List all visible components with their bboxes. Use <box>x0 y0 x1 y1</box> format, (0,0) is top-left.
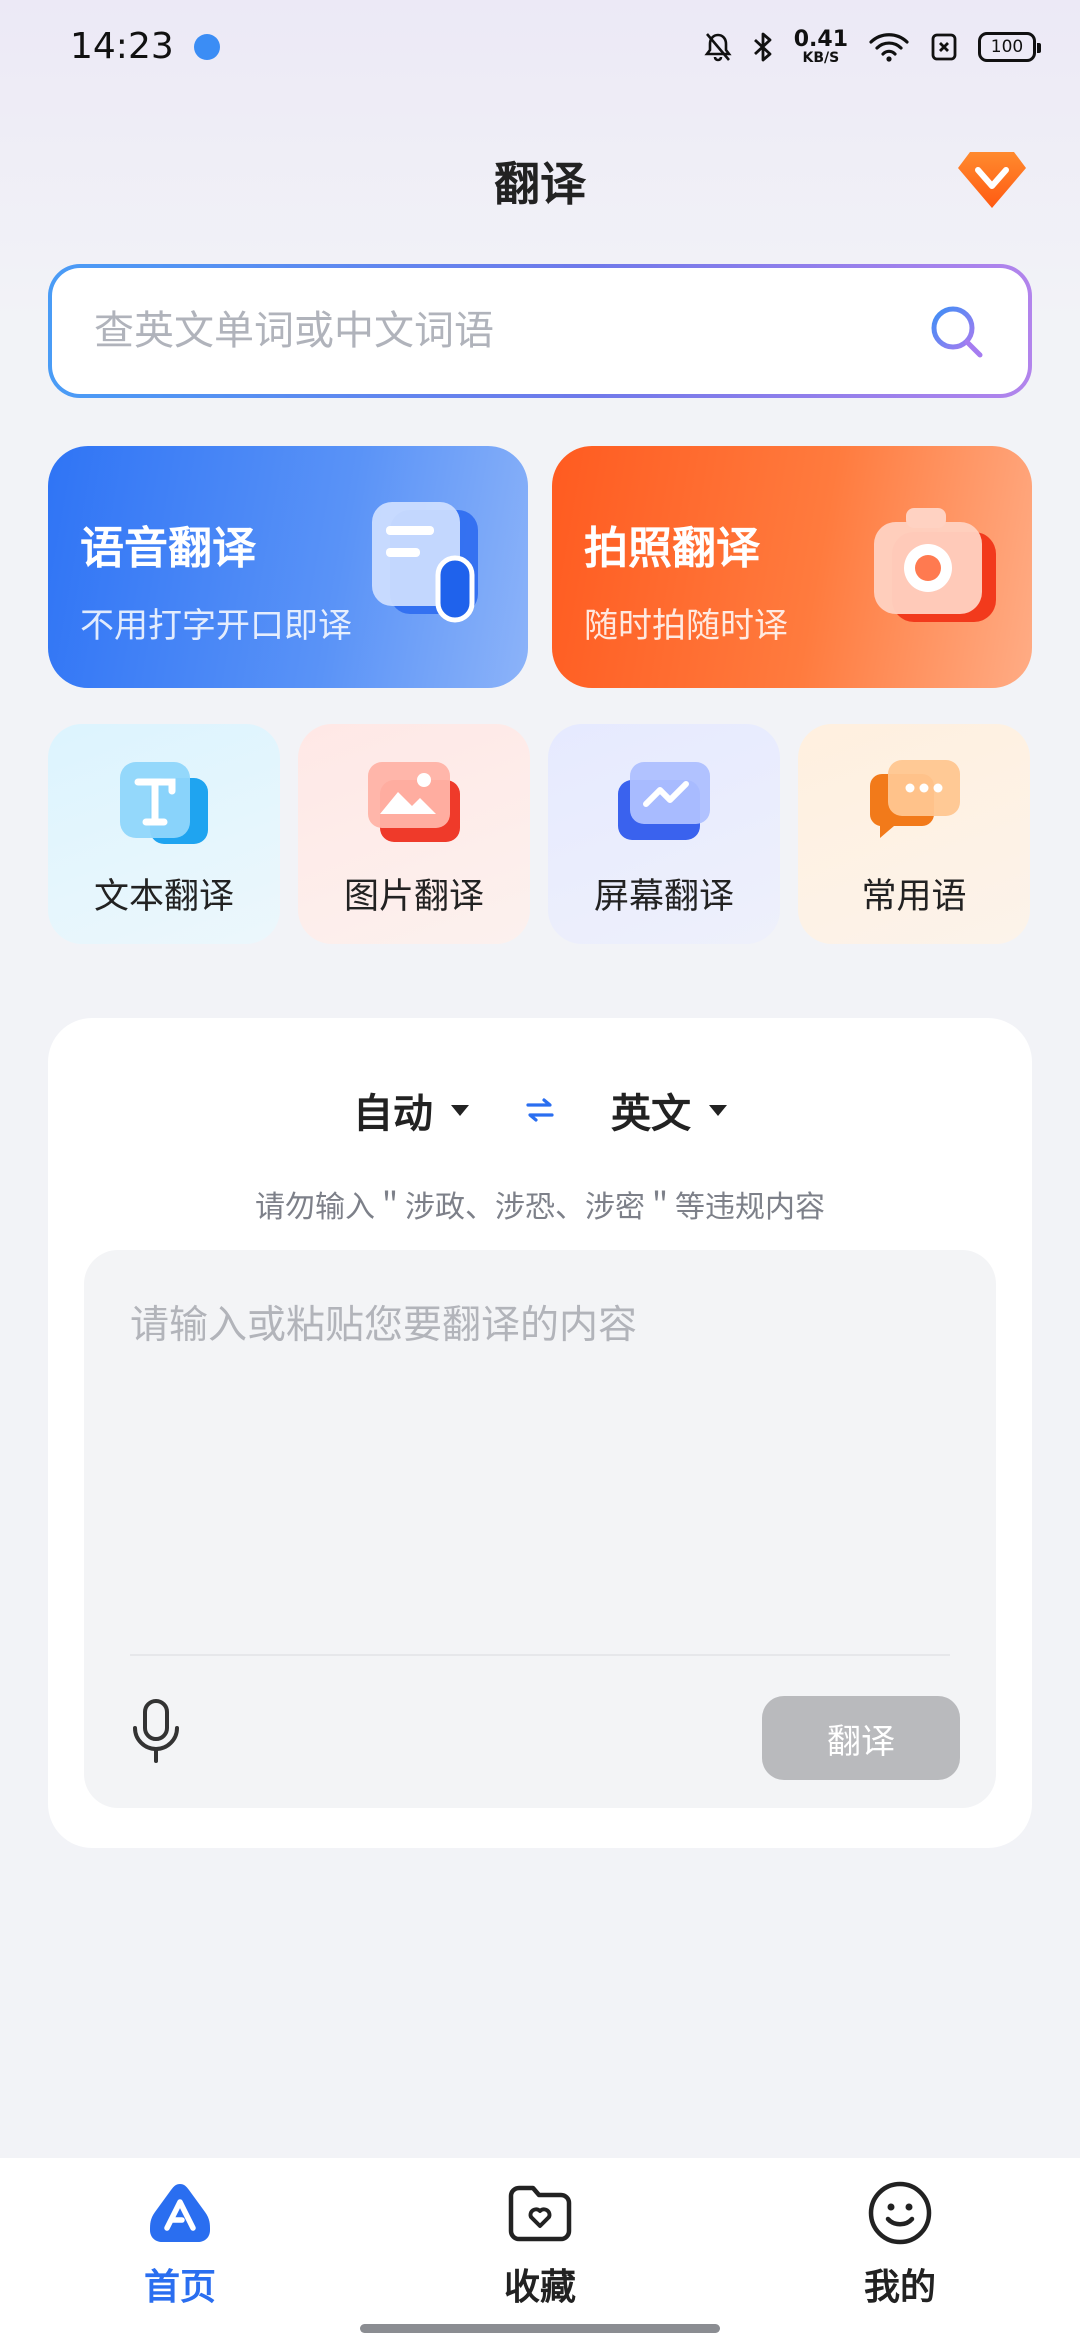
screen-icon <box>616 756 712 846</box>
language-selector-row: 自动 英文 <box>48 1078 1032 1142</box>
divider <box>130 1654 950 1656</box>
battery-indicator: 100 <box>978 32 1041 62</box>
photo-translate-card[interactable]: 拍照翻译 随时拍随时译 <box>552 446 1032 688</box>
swap-arrows-icon[interactable] <box>525 1097 555 1123</box>
common-phrases-label: 常用语 <box>861 877 967 917</box>
microphone-icon[interactable] <box>130 1698 182 1764</box>
common-phrases-card[interactable]: 常用语 <box>798 724 1030 944</box>
voice-document-icon <box>366 502 496 632</box>
content-notice: 请勿输入＂涉政、涉恐、涉密＂等违规内容 <box>255 1190 825 1225</box>
translate-input[interactable] <box>130 1294 950 1624</box>
status-bar: 14:23 0.41 KB/S 100 <box>0 0 1080 96</box>
network-speed-unit: KB/S <box>802 50 840 66</box>
text-translate-label: 文本翻译 <box>93 877 234 917</box>
nav-item-profile[interactable]: 我的 <box>800 2178 1000 2310</box>
folder-heart-icon <box>508 2185 572 2242</box>
translate-button[interactable]: 翻译 <box>762 1696 960 1780</box>
image-icon <box>366 756 462 846</box>
target-language-label: 英文 <box>611 1091 691 1137</box>
nav-label-home: 首页 <box>143 2267 216 2308</box>
chevron-down-icon <box>709 1104 727 1116</box>
translate-input-box: 翻译 <box>84 1250 996 1808</box>
status-time: 14:23 <box>70 26 174 67</box>
page-title: 翻译 <box>494 157 586 211</box>
nav-label-profile: 我的 <box>863 2267 936 2308</box>
camera-icon <box>870 502 1000 632</box>
app-notification-icon <box>194 34 220 60</box>
home-indicator[interactable] <box>360 2324 720 2333</box>
search-input[interactable] <box>94 308 926 354</box>
source-language-label: 自动 <box>353 1091 433 1137</box>
nav-label-favorites: 收藏 <box>503 2267 576 2308</box>
screen-translate-card[interactable]: 屏幕翻译 <box>548 724 780 944</box>
chat-bubble-icon <box>866 756 962 846</box>
search-bar[interactable] <box>48 264 1032 398</box>
target-language-dropdown[interactable]: 英文 <box>611 1081 727 1139</box>
nav-item-favorites[interactable]: 收藏 <box>440 2178 640 2310</box>
bluetooth-icon <box>752 31 774 63</box>
network-speed: 0.41 KB/S <box>793 27 848 66</box>
screen-translate-label: 屏幕翻译 <box>593 877 734 917</box>
image-translate-card[interactable]: 图片翻译 <box>298 724 530 944</box>
mute-bell-icon <box>704 32 732 62</box>
text-translate-card[interactable]: 文本翻译 <box>48 724 280 944</box>
voice-translate-card[interactable]: 语音翻译 不用打字开口即译 <box>48 446 528 688</box>
no-sim-icon <box>930 32 958 62</box>
smiley-face-icon <box>868 2181 932 2245</box>
source-language-dropdown[interactable]: 自动 <box>353 1081 469 1139</box>
search-icon[interactable] <box>926 301 986 361</box>
chevron-down-icon <box>451 1104 469 1116</box>
vip-diamond-icon[interactable] <box>956 148 1028 212</box>
wifi-icon <box>868 31 910 63</box>
image-translate-label: 图片翻译 <box>343 877 484 917</box>
home-a-icon <box>150 2184 210 2242</box>
status-icons: 0.41 KB/S 100 <box>704 24 1041 70</box>
text-t-icon <box>116 756 212 846</box>
bottom-nav: 首页 收藏 我的 <box>0 2158 1080 2340</box>
nav-item-home[interactable]: 首页 <box>80 2178 280 2310</box>
translator-panel: 自动 英文 请勿输入＂涉政、涉恐、涉密＂等违规内容 翻译 <box>48 1018 1032 1848</box>
network-speed-value: 0.41 <box>793 27 848 52</box>
